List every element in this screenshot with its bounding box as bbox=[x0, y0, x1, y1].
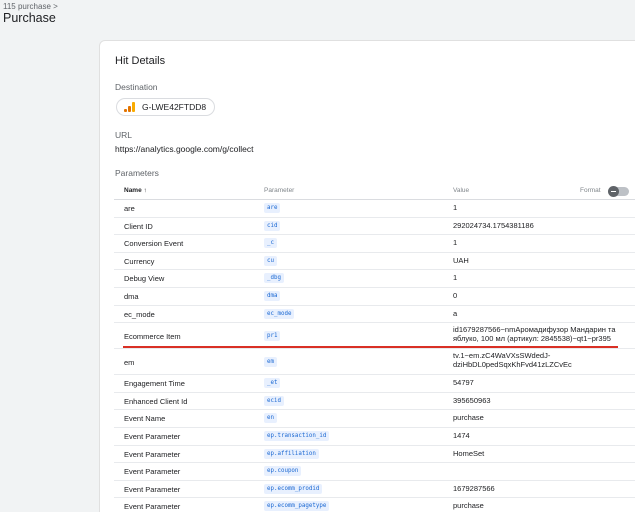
row-param-chip: ecid bbox=[264, 395, 284, 406]
row-param-chip: dma bbox=[264, 290, 281, 301]
destination-id: G-LWE42FTDD8 bbox=[142, 102, 207, 112]
row-param-chip: _et bbox=[264, 378, 281, 389]
hit-details-card: Hit Details Destination G-LWE42FTDD8 URL… bbox=[99, 40, 635, 512]
row-name: Event Parameter bbox=[124, 502, 181, 512]
row-name: Event Name bbox=[124, 414, 166, 424]
row-value: 1474 bbox=[453, 430, 470, 440]
table-row: Currency cu UAH bbox=[114, 253, 635, 271]
row-value: 1679287566 bbox=[453, 483, 495, 493]
row-name: Client ID bbox=[124, 221, 153, 231]
format-toggle[interactable] bbox=[608, 186, 629, 197]
row-value: purchase bbox=[453, 501, 484, 511]
table-row: em em tv.1~em.zC4WaVXsSWdedJ-dziHbDL0ped… bbox=[114, 349, 635, 376]
row-param-chip: em bbox=[264, 357, 277, 368]
table-row: ec_mode ec_mode a bbox=[114, 306, 635, 324]
row-param-chip: ep.affiliation bbox=[264, 448, 319, 459]
row-name: dma bbox=[124, 291, 139, 301]
parameters-label: Parameters bbox=[115, 168, 159, 178]
google-analytics-icon bbox=[124, 102, 136, 112]
page-title: Purchase bbox=[3, 11, 56, 25]
row-name: Debug View bbox=[124, 274, 165, 284]
table-row: Event Parameter ep.transaction_id 1474 bbox=[114, 428, 635, 446]
row-value: 0 bbox=[453, 290, 458, 300]
row-param-chip: pr1 bbox=[264, 331, 281, 342]
row-value: UAH bbox=[453, 255, 469, 265]
row-name: em bbox=[124, 358, 135, 368]
red-highlight-underline bbox=[123, 346, 618, 349]
row-value: 54797 bbox=[453, 378, 474, 388]
table-row: Event Parameter ep.affiliation HomeSet bbox=[114, 446, 635, 464]
breadcrumb[interactable]: 115 purchase > bbox=[3, 2, 58, 11]
row-name: Ecommerce Item bbox=[124, 332, 181, 342]
row-value: purchase bbox=[453, 413, 484, 423]
row-param-chip: ep.coupon bbox=[264, 466, 302, 477]
format-label: Format bbox=[580, 187, 601, 194]
row-value: 1 bbox=[453, 238, 458, 248]
row-param-chip: _dbg bbox=[264, 273, 284, 284]
table-row: Engagement Time _et 54797 bbox=[114, 375, 635, 393]
row-name: Event Parameter bbox=[124, 467, 181, 477]
table-row: Client ID cid 292024734.1754381186 bbox=[114, 218, 635, 236]
row-value: 395650963 bbox=[453, 395, 491, 405]
column-header-value[interactable]: Value bbox=[453, 187, 469, 194]
row-param-chip: ep.transaction_id bbox=[264, 430, 330, 441]
url-label: URL bbox=[115, 130, 133, 140]
row-name: Conversion Event bbox=[124, 239, 184, 249]
destination-chip[interactable]: G-LWE42FTDD8 bbox=[116, 98, 216, 116]
hit-details-title: Hit Details bbox=[115, 55, 166, 67]
row-param-chip: en bbox=[264, 413, 277, 424]
parameters-table: Name ↑ Parameter Value Format are are 1 … bbox=[114, 183, 635, 512]
row-param-chip: cid bbox=[264, 220, 281, 231]
row-param-chip: ec_mode bbox=[264, 308, 295, 319]
table-row: are are 1 bbox=[114, 200, 635, 218]
row-value: HomeSet bbox=[453, 448, 485, 458]
table-row: Event Parameter ep.ecomm_pagetype purcha… bbox=[114, 498, 635, 512]
column-header-parameter[interactable]: Parameter bbox=[264, 187, 294, 194]
row-param-chip: cu bbox=[264, 255, 277, 266]
url-value: https://analytics.google.com/g/collect bbox=[115, 144, 254, 154]
row-value: 1 bbox=[453, 203, 458, 212]
row-name: Event Parameter bbox=[124, 449, 181, 459]
row-name: ec_mode bbox=[124, 309, 155, 319]
column-header-name[interactable]: Name ↑ bbox=[124, 187, 147, 194]
table-row-ecommerce-item: Ecommerce Item pr1 id1679287566~nmАромад… bbox=[114, 323, 635, 350]
row-param-chip: _c bbox=[264, 238, 277, 249]
table-row: Enhanced Client Id ecid 395650963 bbox=[114, 393, 635, 411]
row-param-chip: ep.ecomm_pagetype bbox=[264, 501, 330, 512]
row-name: Event Parameter bbox=[124, 431, 181, 441]
row-param-chip: ep.ecomm_prodid bbox=[264, 483, 323, 494]
table-row: Event Parameter ep.coupon bbox=[114, 463, 635, 481]
row-value: tv.1~em.zC4WaVXsSWdedJ-dziHbDL0pedSqxKhF… bbox=[453, 351, 572, 369]
table-row: dma dma 0 bbox=[114, 288, 635, 306]
destination-label: Destination bbox=[115, 82, 158, 92]
row-param-chip: are bbox=[264, 203, 281, 213]
table-row: Event Parameter ep.ecomm_prodid 16792875… bbox=[114, 481, 635, 499]
table-header: Name ↑ Parameter Value Format bbox=[114, 183, 635, 200]
row-name: Event Parameter bbox=[124, 484, 181, 494]
row-name: Engagement Time bbox=[124, 379, 185, 389]
row-name: are bbox=[124, 204, 135, 213]
row-value: 1 bbox=[453, 273, 458, 283]
row-value: 292024734.1754381186 bbox=[453, 220, 534, 230]
table-row: Conversion Event _c 1 bbox=[114, 235, 635, 253]
table-row: Event Name en purchase bbox=[114, 410, 635, 428]
row-value: a bbox=[453, 308, 458, 318]
table-row: Debug View _dbg 1 bbox=[114, 270, 635, 288]
row-name: Enhanced Client Id bbox=[124, 396, 188, 406]
row-name: Currency bbox=[124, 256, 155, 266]
row-value: id1679287566~nmАромадифузор Мандарин та … bbox=[453, 325, 616, 343]
